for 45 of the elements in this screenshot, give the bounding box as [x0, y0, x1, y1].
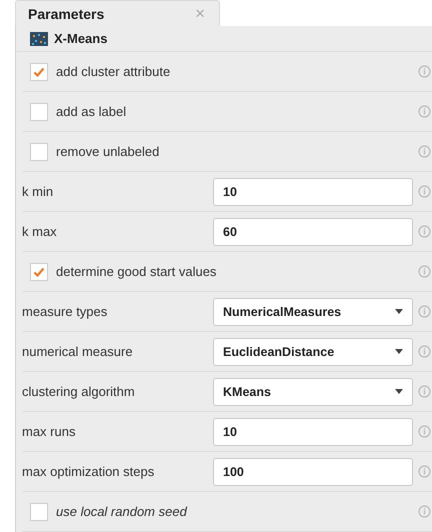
operator-name: X-Means — [54, 31, 108, 46]
info-icon[interactable] — [418, 145, 431, 158]
cluster-icon — [30, 32, 48, 46]
checkbox-label: add as label — [56, 104, 128, 119]
input-field[interactable]: 100 — [213, 458, 413, 486]
caret-icon — [395, 309, 403, 314]
input-field[interactable]: 10 — [213, 178, 413, 206]
input-field[interactable]: 10 — [213, 418, 413, 446]
info-icon[interactable] — [418, 425, 431, 438]
tab-label: Parameters — [28, 6, 104, 22]
dropdown[interactable]: EuclideanDistance — [213, 338, 413, 366]
checkbox-label: remove unlabeled — [56, 144, 160, 159]
info-icon[interactable] — [418, 465, 431, 478]
parameter-label: max optimization steps — [22, 464, 156, 479]
input-field[interactable]: 60 — [213, 218, 413, 246]
checkbox[interactable] — [30, 142, 48, 160]
caret-icon — [395, 349, 403, 354]
parameter-label: k min — [22, 184, 54, 199]
info-icon[interactable] — [418, 505, 431, 518]
parameter-label: numerical measure — [22, 344, 134, 359]
checkbox[interactable] — [30, 502, 48, 520]
parameter-label: max runs — [22, 424, 76, 439]
dropdown[interactable]: NumericalMeasures — [213, 298, 413, 326]
parameters-tab[interactable]: Parameters × — [15, 0, 220, 26]
parameter-label: k max — [22, 224, 58, 239]
info-icon[interactable] — [418, 265, 431, 278]
info-icon[interactable] — [418, 385, 431, 398]
checkbox-label: add cluster attribute — [56, 64, 172, 79]
info-icon[interactable] — [418, 305, 431, 318]
check-icon — [33, 266, 45, 276]
checkbox[interactable] — [30, 262, 48, 280]
check-icon — [33, 66, 45, 76]
info-icon[interactable] — [418, 105, 431, 118]
parameter-label: measure types — [22, 304, 108, 319]
checkbox[interactable] — [30, 62, 48, 80]
info-icon[interactable] — [418, 225, 431, 238]
info-icon[interactable] — [418, 185, 431, 198]
dropdown[interactable]: KMeans — [213, 378, 413, 406]
checkbox-label: use local random seed — [56, 504, 188, 519]
info-icon[interactable] — [418, 345, 431, 358]
caret-icon — [395, 389, 403, 394]
checkbox[interactable] — [30, 102, 48, 120]
checkbox-label: determine good start values — [56, 264, 218, 279]
parameter-label: clustering algorithm — [22, 384, 136, 399]
info-icon[interactable] — [418, 65, 431, 78]
